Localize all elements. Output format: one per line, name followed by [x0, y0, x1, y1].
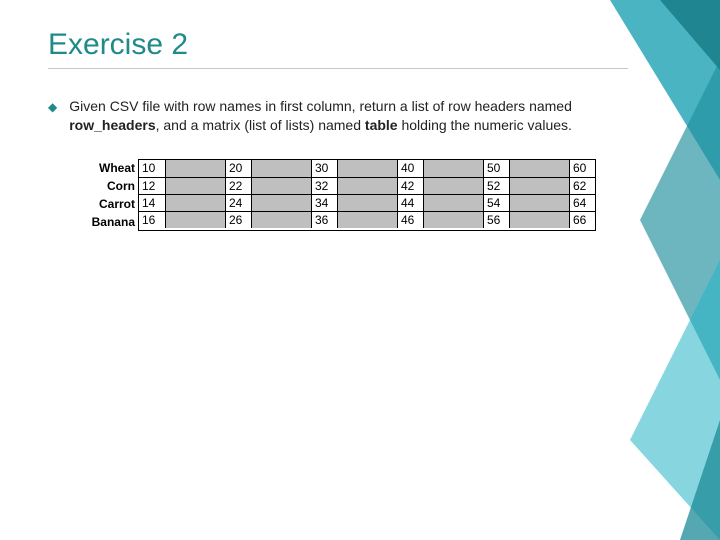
table-row: 14 24 34 44 54 64 [139, 194, 595, 211]
table-cell: 52 [483, 177, 509, 194]
table-cell: 46 [397, 211, 423, 228]
table-cell: 50 [483, 160, 509, 177]
table-cell [165, 160, 225, 177]
table-cell [337, 160, 397, 177]
table-cell: 26 [225, 211, 251, 228]
table-cell [251, 160, 311, 177]
row-headers-column: Wheat Corn Carrot Banana [84, 159, 138, 231]
table-cell: 22 [225, 177, 251, 194]
bullet-marker-icon: ◆ [48, 98, 57, 116]
table-cell: 62 [569, 177, 595, 194]
table-row: 16 26 36 46 56 66 [139, 211, 595, 228]
table-cell: 14 [139, 194, 165, 211]
table-cell: 66 [569, 211, 595, 228]
table-cell: 40 [397, 160, 423, 177]
table-cell [423, 194, 483, 211]
row-header: Wheat [84, 159, 138, 177]
table-cell [165, 194, 225, 211]
table-cell: 34 [311, 194, 337, 211]
table-cell: 20 [225, 160, 251, 177]
row-header: Carrot [84, 195, 138, 213]
table-cell: 24 [225, 194, 251, 211]
table-cell: 10 [139, 160, 165, 177]
row-header: Corn [84, 177, 138, 195]
table-cell [509, 177, 569, 194]
table-cell [509, 160, 569, 177]
table-cell [423, 211, 483, 228]
table-cell: 54 [483, 194, 509, 211]
table-cell [423, 160, 483, 177]
table-cell: 42 [397, 177, 423, 194]
table-cell: 36 [311, 211, 337, 228]
table-cell [509, 211, 569, 228]
table-cell: 44 [397, 194, 423, 211]
table-cell: 16 [139, 211, 165, 228]
table-cell [423, 177, 483, 194]
table-cell [337, 194, 397, 211]
table-cell: 32 [311, 177, 337, 194]
bullet-item: ◆ Given CSV file with row names in first… [48, 97, 608, 135]
table-cell [337, 211, 397, 228]
slide-title: Exercise 2 [48, 28, 628, 69]
table-row: 10 20 30 40 50 60 [139, 160, 595, 177]
table-cell: 60 [569, 160, 595, 177]
table-cell [165, 177, 225, 194]
table-cell [251, 177, 311, 194]
table-cell [509, 194, 569, 211]
table-cell [251, 211, 311, 228]
table-cell: 12 [139, 177, 165, 194]
bullet-text: Given CSV file with row names in first c… [69, 97, 608, 135]
csv-table: Wheat Corn Carrot Banana 10 20 30 40 50 … [84, 159, 672, 231]
table-cell: 64 [569, 194, 595, 211]
table-cell [337, 177, 397, 194]
table-cell: 30 [311, 160, 337, 177]
row-header: Banana [84, 213, 138, 231]
table-row: 12 22 32 42 52 62 [139, 177, 595, 194]
table-cell [251, 194, 311, 211]
data-grid: 10 20 30 40 50 60 12 22 32 42 [138, 159, 596, 231]
table-cell [165, 211, 225, 228]
table-cell: 56 [483, 211, 509, 228]
